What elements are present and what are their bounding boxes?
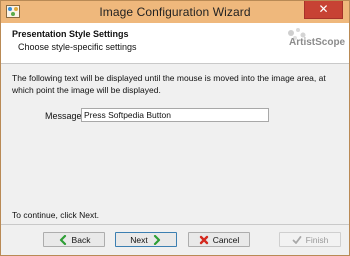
window-title: Image Configuration Wizard [99,5,251,19]
next-button[interactable]: Next [115,232,177,247]
wizard-window: Image Configuration Wizard ✕ Presentatio… [0,0,350,256]
message-label: Message: [45,111,85,121]
logo-text: ArtistScope [289,37,346,48]
finish-button-label: Finish [305,234,329,245]
wizard-footer: Back Next Cancel Finish [1,224,349,255]
artistscope-logo: ArtistScope [281,25,346,61]
finish-button[interactable]: Finish [279,232,341,247]
next-arrow-icon [153,234,160,245]
step-title: Presentation Style Settings [12,29,129,39]
back-arrow-icon [59,234,66,245]
continue-instruction: To continue, click Next. [12,210,99,220]
cancel-x-icon [199,235,208,244]
wizard-content: The following text will be displayed unt… [1,64,349,224]
finish-check-icon [292,235,302,244]
wizard-header: Presentation Style Settings Choose style… [1,23,349,64]
cancel-button-label: Cancel [212,234,240,245]
close-button[interactable]: ✕ [304,1,343,19]
back-button-label: Back [71,234,91,245]
next-button-label: Next [130,234,148,245]
description-text: The following text will be displayed unt… [12,73,326,95]
step-subtitle: Choose style-specific settings [18,42,137,52]
cancel-button[interactable]: Cancel [188,232,250,247]
back-button[interactable]: Back [43,232,105,247]
title-bar[interactable]: Image Configuration Wizard ✕ [1,1,349,23]
message-input[interactable]: Press Softpedia Button [81,108,269,122]
